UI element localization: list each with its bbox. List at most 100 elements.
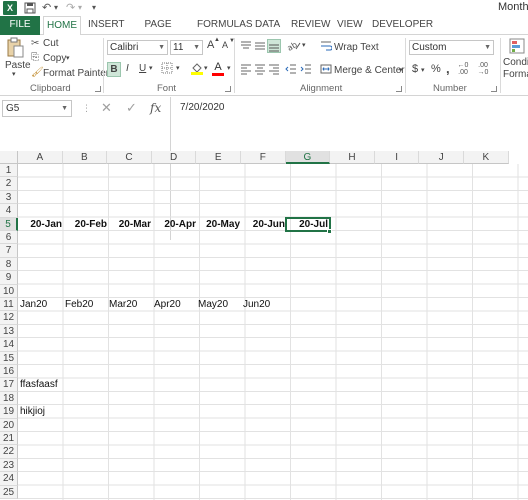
- bold-button[interactable]: B: [107, 62, 121, 77]
- align-bottom-icon[interactable]: [267, 39, 281, 53]
- alignment-launcher-icon[interactable]: [396, 86, 402, 92]
- cell-e5[interactable]: 20-May: [196, 218, 240, 231]
- cell-f5[interactable]: 20-Jun: [241, 218, 285, 231]
- paste-dropdown-icon[interactable]: ▾: [12, 70, 16, 78]
- font-launcher-icon[interactable]: [225, 86, 231, 92]
- merge-dropdown-icon[interactable]: ▾: [399, 66, 403, 74]
- row-header-4[interactable]: 4: [0, 204, 18, 218]
- customize-qat-icon[interactable]: ▾: [92, 0, 96, 16]
- tab-review[interactable]: REVIEW: [291, 16, 330, 35]
- row-header-19[interactable]: 19: [0, 405, 18, 419]
- cell-a11[interactable]: Jan20: [18, 298, 62, 311]
- currency-button[interactable]: $: [412, 63, 418, 75]
- font-color-dropdown-icon[interactable]: ▾: [227, 64, 231, 72]
- paste-icon[interactable]: [5, 37, 25, 59]
- row-header-18[interactable]: 18: [0, 391, 18, 406]
- row-header-20[interactable]: 20: [0, 418, 18, 432]
- row-header-23[interactable]: 23: [0, 458, 18, 473]
- align-right-icon[interactable]: [268, 63, 280, 80]
- column-header-b[interactable]: B: [62, 151, 108, 164]
- row-header-6[interactable]: 6: [0, 231, 18, 245]
- cell-b11[interactable]: Feb20: [63, 298, 107, 311]
- column-header-f[interactable]: F: [241, 151, 286, 164]
- orientation-dropdown-icon[interactable]: ▾: [302, 41, 306, 49]
- tab-developer[interactable]: DEVELOPER: [372, 16, 433, 35]
- column-header-j[interactable]: J: [419, 151, 464, 164]
- insert-function-icon[interactable]: fx: [150, 100, 161, 116]
- column-header-a[interactable]: A: [18, 151, 63, 164]
- shrink-font-button[interactable]: A: [222, 40, 228, 50]
- font-name-select[interactable]: Calibri ▼: [107, 40, 168, 55]
- column-header-k[interactable]: K: [464, 151, 509, 164]
- format-painter-button[interactable]: Format Painter: [43, 68, 109, 79]
- row-header-22[interactable]: 22: [0, 445, 18, 459]
- row-header-8[interactable]: 8: [0, 257, 18, 272]
- row-header-16[interactable]: 16: [0, 365, 18, 379]
- cut-icon[interactable]: ✂: [31, 37, 39, 51]
- tab-data[interactable]: DATA: [255, 16, 280, 35]
- row-header-11[interactable]: 11: [0, 298, 18, 312]
- column-header-e[interactable]: E: [196, 151, 241, 164]
- cell-c5[interactable]: 20-Mar: [107, 218, 151, 231]
- borders-dropdown-icon[interactable]: ▾: [176, 64, 180, 72]
- enter-icon[interactable]: ✓: [126, 100, 137, 116]
- decrease-indent-icon[interactable]: [285, 63, 297, 80]
- align-top-icon[interactable]: [240, 40, 252, 57]
- row-header-25[interactable]: 25: [0, 485, 18, 499]
- cell-d11[interactable]: Apr20: [152, 298, 196, 311]
- tab-view[interactable]: VIEW: [337, 16, 363, 35]
- cancel-icon[interactable]: ✕: [101, 100, 112, 116]
- row-header-13[interactable]: 13: [0, 324, 18, 339]
- underline-button[interactable]: U: [139, 63, 146, 74]
- number-launcher-icon[interactable]: [491, 86, 497, 92]
- copy-button[interactable]: Copy: [43, 53, 66, 64]
- column-header-d[interactable]: D: [151, 151, 197, 164]
- row-header-14[interactable]: 14: [0, 338, 18, 352]
- clipboard-launcher-icon[interactable]: [95, 86, 101, 92]
- percent-button[interactable]: %: [431, 63, 441, 75]
- tab-formulas[interactable]: FORMULAS: [197, 16, 253, 35]
- row-header-21[interactable]: 21: [0, 432, 18, 446]
- merge-center-button[interactable]: Merge & Center: [334, 65, 405, 76]
- align-center-icon[interactable]: [254, 63, 266, 80]
- cell-b5[interactable]: 20-Feb: [63, 218, 107, 231]
- copy-dropdown-icon[interactable]: ▾: [66, 54, 70, 62]
- name-box[interactable]: G5 ▼: [2, 100, 72, 117]
- align-left-icon[interactable]: [240, 63, 252, 80]
- redo-dropdown-icon[interactable]: ▾: [78, 0, 82, 16]
- decrease-decimal-icon[interactable]: .00 →0: [476, 62, 490, 76]
- undo-icon[interactable]: ↶: [42, 0, 51, 16]
- underline-dropdown-icon[interactable]: ▾: [149, 64, 153, 72]
- comma-button[interactable]: ,: [446, 61, 450, 76]
- tab-home[interactable]: HOME: [43, 16, 81, 36]
- row-header-3[interactable]: 3: [0, 190, 18, 205]
- cut-button[interactable]: Cut: [43, 38, 59, 49]
- format-painter-icon[interactable]: 🖌: [31, 66, 44, 80]
- orientation-icon[interactable]: ab: [286, 39, 301, 56]
- column-header-c[interactable]: C: [107, 151, 152, 164]
- wrap-text-icon[interactable]: [320, 40, 333, 57]
- row-header-24[interactable]: 24: [0, 472, 18, 486]
- row-header-2[interactable]: 2: [0, 177, 18, 191]
- wrap-text-button[interactable]: Wrap Text: [334, 42, 379, 53]
- fill-color-icon[interactable]: [190, 61, 204, 80]
- merge-center-icon[interactable]: [320, 63, 332, 80]
- conditional-formatting-icon[interactable]: [509, 38, 525, 59]
- conditional-formatting-button[interactable]: Condit: [503, 57, 528, 68]
- copy-icon[interactable]: ⎘: [31, 51, 39, 65]
- row-header-1[interactable]: 1: [0, 164, 18, 178]
- font-color-icon[interactable]: A: [212, 60, 224, 76]
- tab-insert[interactable]: INSERT: [88, 16, 125, 35]
- save-icon[interactable]: [24, 0, 36, 16]
- cell-a5[interactable]: 20-Jan: [18, 218, 62, 231]
- font-size-select[interactable]: 11 ▼: [170, 40, 203, 55]
- row-header-15[interactable]: 15: [0, 351, 18, 365]
- undo-dropdown-icon[interactable]: ▾: [54, 0, 58, 16]
- currency-dropdown-icon[interactable]: ▾: [421, 66, 425, 74]
- redo-icon[interactable]: ↷: [66, 0, 75, 16]
- tab-page-layout[interactable]: PAGE LAYOUT: [131, 16, 185, 48]
- cell-e11[interactable]: May20: [196, 298, 240, 311]
- cell-c11[interactable]: Mar20: [107, 298, 151, 311]
- cells-area[interactable]: 20-Jan 20-Feb 20-Mar 20-Apr 20-May 20-Ju…: [18, 164, 528, 500]
- align-middle-icon[interactable]: [254, 40, 266, 57]
